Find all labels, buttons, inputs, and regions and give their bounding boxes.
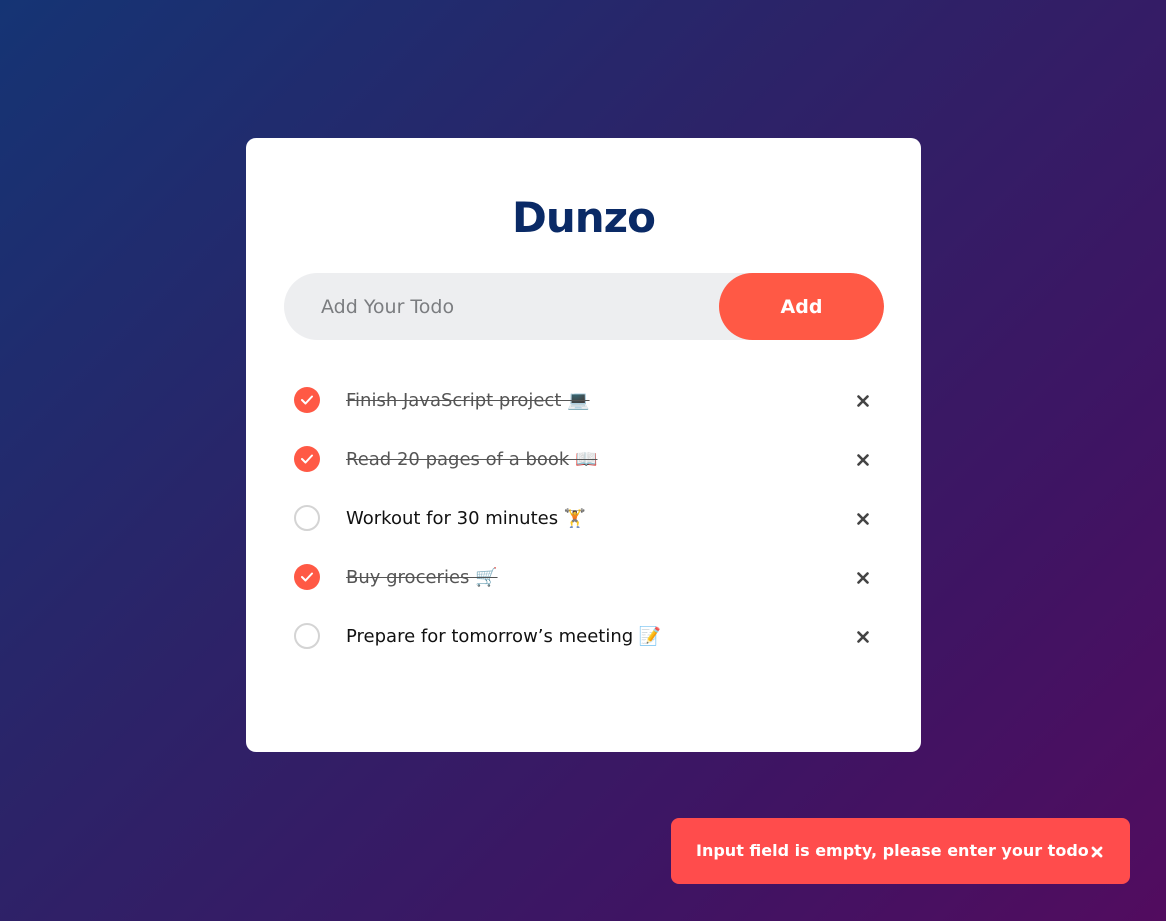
todo-card: Dunzo Add Finish JavaScript project 💻 <box>246 138 921 752</box>
todo-item: Finish JavaScript project 💻 <box>294 372 874 431</box>
toast-message: Input field is empty, please enter your … <box>696 841 1089 860</box>
todo-input[interactable] <box>284 273 719 340</box>
todo-checkbox[interactable] <box>294 623 320 649</box>
todo-list: Finish JavaScript project 💻 Read 20 page… <box>294 372 874 667</box>
todo-text: Finish JavaScript project 💻 <box>346 390 590 411</box>
close-icon <box>857 395 869 407</box>
check-icon <box>301 454 313 464</box>
check-icon <box>301 395 313 405</box>
delete-button[interactable] <box>852 508 874 530</box>
todo-checkbox[interactable] <box>294 387 320 413</box>
todo-checkbox[interactable] <box>294 505 320 531</box>
delete-button[interactable] <box>852 567 874 589</box>
todo-item: Read 20 pages of a book 📖 <box>294 431 874 490</box>
close-icon <box>857 454 869 466</box>
close-icon <box>857 513 869 525</box>
todo-text: Buy groceries 🛒 <box>346 567 498 588</box>
close-icon <box>857 631 869 643</box>
toast-close-button[interactable] <box>1090 844 1104 858</box>
add-todo-form: Add <box>284 273 884 340</box>
todo-checkbox[interactable] <box>294 564 320 590</box>
todo-text: Prepare for tomorrow’s meeting 📝 <box>346 626 662 647</box>
check-icon <box>301 572 313 582</box>
todo-text: Workout for 30 minutes 🏋️ <box>346 508 587 529</box>
close-icon <box>857 572 869 584</box>
delete-button[interactable] <box>852 626 874 648</box>
close-icon <box>1091 846 1103 858</box>
todo-text: Read 20 pages of a book 📖 <box>346 449 598 470</box>
add-button[interactable]: Add <box>719 273 884 340</box>
todo-item: Workout for 30 minutes 🏋️ <box>294 490 874 549</box>
todo-item: Prepare for tomorrow’s meeting 📝 <box>294 608 874 667</box>
app-title: Dunzo <box>512 193 656 242</box>
todo-checkbox[interactable] <box>294 446 320 472</box>
error-toast: Input field is empty, please enter your … <box>671 818 1130 884</box>
todo-item: Buy groceries 🛒 <box>294 549 874 608</box>
delete-button[interactable] <box>852 390 874 412</box>
delete-button[interactable] <box>852 449 874 471</box>
